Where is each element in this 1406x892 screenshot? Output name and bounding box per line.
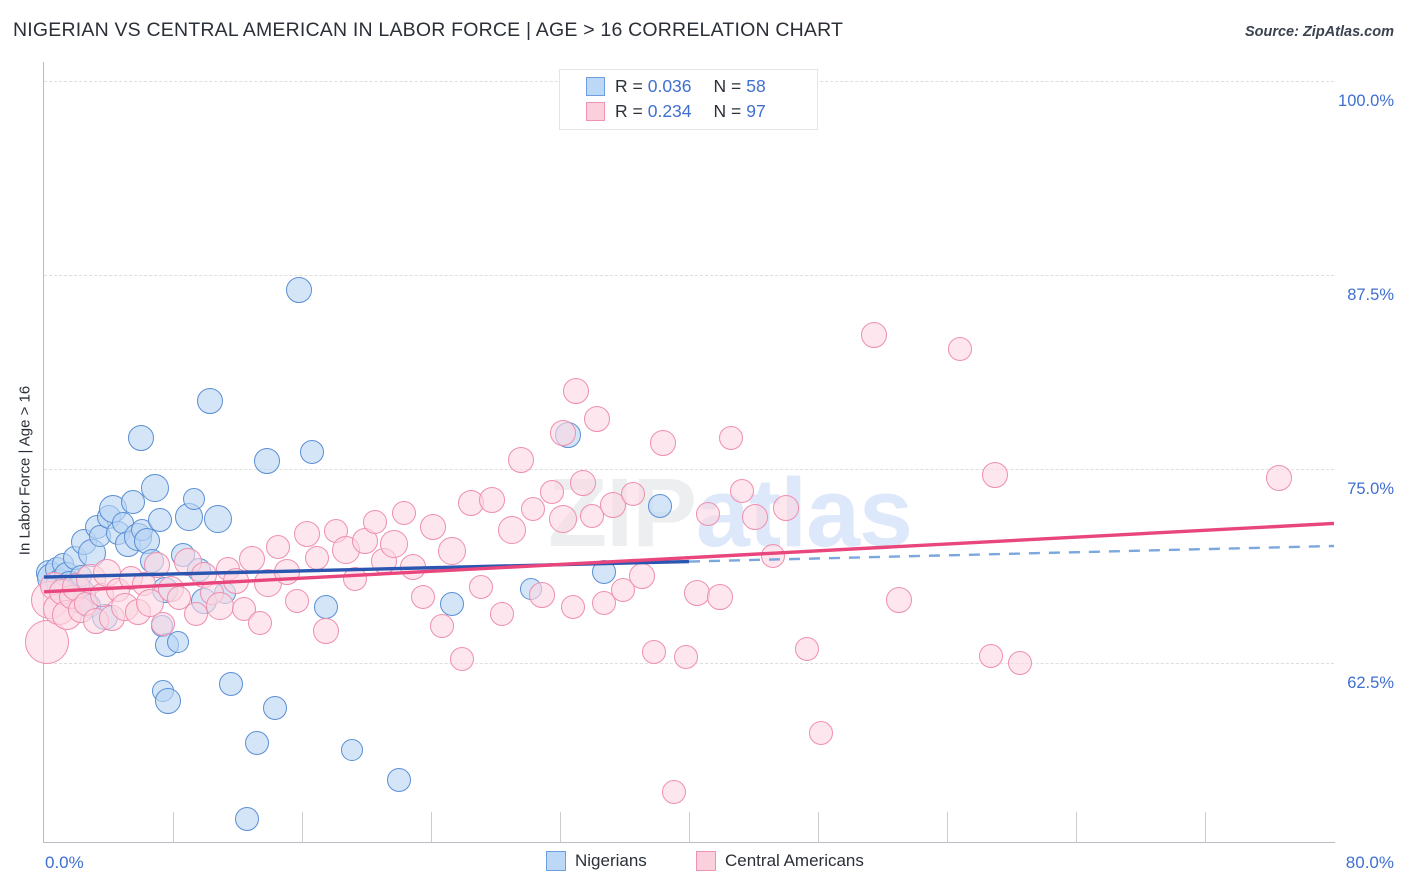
legend-n-value-nigerians: 58 (746, 76, 766, 96)
x-axis-tick (1076, 812, 1077, 842)
series-swatch-central-americans (696, 851, 716, 871)
series-swatch-nigerians (546, 851, 566, 871)
x-axis-tick (818, 812, 819, 842)
page-title: NIGERIAN VS CENTRAL AMERICAN IN LABOR FO… (13, 19, 844, 41)
x-axis-tick (689, 812, 690, 842)
legend-swatch-nigerians (586, 77, 605, 96)
trendline-segment (43, 521, 1335, 594)
legend-row-central-americans: R = 0.234 N = 97 (586, 101, 766, 122)
legend-r-value-nigerians: 0.036 (647, 76, 692, 96)
legend-r-label-central-americans: R = (615, 101, 643, 121)
legend-n-value-central-americans: 97 (746, 101, 766, 121)
trendlines (43, 521, 1335, 594)
series-legend-central-americans[interactable]: Central Americans (696, 851, 864, 871)
x-axis-tick (302, 812, 303, 842)
x-axis-tick (1205, 812, 1206, 842)
x-tick-label-min: 0.0% (45, 853, 84, 872)
legend-n-label-nigerians: N = (713, 76, 742, 96)
y-tick-label: 75.0% (1347, 480, 1394, 499)
legend-r-label-nigerians: R = (615, 76, 643, 96)
series-label-nigerians: Nigerians (575, 851, 647, 870)
x-axis-tick (173, 812, 174, 842)
y-tick-label: 62.5% (1347, 674, 1394, 693)
y-tick-label: 100.0% (1338, 91, 1394, 110)
correlation-legend: R = 0.036 N = 58 R = 0.234 N = 97 (559, 69, 818, 130)
legend-n-label-central-americans: N = (713, 101, 742, 121)
x-axis-tick (431, 812, 432, 842)
legend-swatch-central-americans (586, 102, 605, 121)
legend-row-nigerians: R = 0.036 N = 58 (586, 76, 766, 97)
x-axis-tick (947, 812, 948, 842)
x-axis-line (43, 842, 1335, 843)
x-axis-tick (560, 812, 561, 842)
plot-area: ZIPatlas (25, 62, 1335, 842)
source-attribution: Source: ZipAtlas.com (1244, 24, 1394, 40)
y-tick-label: 87.5% (1347, 285, 1394, 304)
x-tick-label-max: 80.0% (1345, 853, 1394, 872)
series-label-central-americans: Central Americans (725, 851, 864, 870)
series-legend-nigerians[interactable]: Nigerians (546, 851, 647, 871)
legend-r-value-central-americans: 0.234 (647, 101, 692, 121)
chart-page: NIGERIAN VS CENTRAL AMERICAN IN LABOR FO… (0, 0, 1406, 892)
